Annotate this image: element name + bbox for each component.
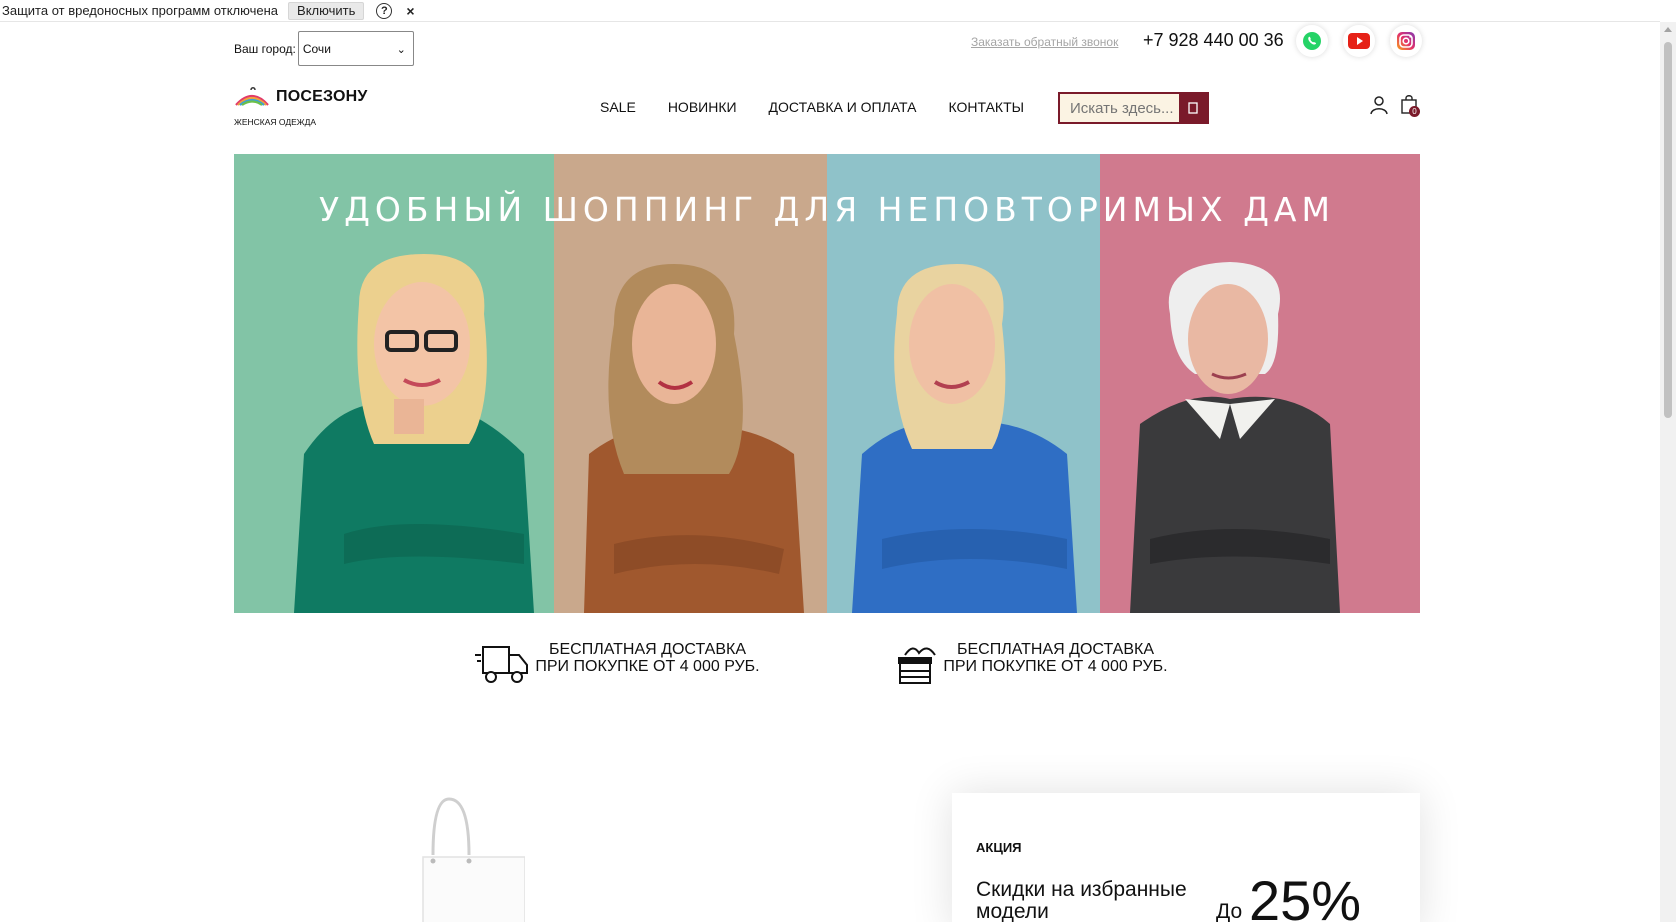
nav-sale[interactable]: SALE — [600, 99, 636, 115]
promo-card[interactable]: АКЦИЯ Скидки на избранные модели До 25% — [952, 793, 1420, 922]
nav-delivery[interactable]: ДОСТАВКА И ОПЛАТА — [769, 99, 917, 115]
promo-description: Скидки на избранные модели — [976, 878, 1187, 922]
promo-tag: АКЦИЯ — [976, 840, 1022, 855]
hero-banner[interactable]: УДОБНЫЙ ШОППИНГ ДЛЯ НЕПОВТОРИМЫХ ДАМ — [234, 154, 1420, 613]
search-input[interactable] — [1060, 94, 1179, 122]
user-icon[interactable] — [1369, 95, 1389, 120]
brand-tagline: ЖЕНСКАЯ ОДЕЖДА — [234, 117, 317, 127]
city-selector: Ваш город: Сочи ⌄ — [234, 31, 414, 66]
delivery-truck-icon — [475, 646, 528, 683]
page-scrollbar[interactable] — [1660, 22, 1676, 922]
banner-title: УДОБНЫЙ ШОППИНГ ДЛЯ НЕПОВТОРИМЫХ ДАМ — [319, 190, 1335, 229]
promo-upto: До — [1216, 900, 1243, 922]
phone-number[interactable]: +7 928 440 00 36 — [1143, 30, 1284, 51]
protection-bar: Защита от вредоносных программ отключена… — [0, 0, 1660, 22]
feature-text: БЕСПЛАТНАЯ ДОСТАВКА ПРИ ПОКУПКЕ ОТ 4 000… — [535, 641, 760, 675]
instagram-icon[interactable] — [1390, 25, 1422, 57]
search-box — [1058, 92, 1209, 124]
brand-name: ПОСЕЗОНУ — [276, 88, 368, 105]
site-logo[interactable]: ПОСЕЗОНУ ЖЕНСКАЯ ОДЕЖДА — [234, 85, 367, 127]
city-select[interactable]: Сочи — [297, 31, 414, 66]
enable-protection-button[interactable]: Включить — [288, 1, 365, 20]
scrollbar-thumb[interactable] — [1664, 42, 1672, 418]
help-icon[interactable]: ? — [376, 2, 393, 19]
promo-percent: 25% — [1249, 869, 1362, 922]
search-icon — [1188, 102, 1198, 114]
city-label: Ваш город: — [234, 41, 296, 56]
protection-message: Защита от вредоносных программ отключена — [2, 3, 279, 18]
hanger-logo-icon — [235, 87, 269, 106]
close-icon[interactable]: × — [406, 3, 414, 19]
shopping-bag-image — [422, 797, 525, 922]
scroll-up-arrow-icon[interactable] — [1664, 27, 1672, 32]
gift-box-icon — [898, 647, 936, 684]
feature-text: БЕСПЛАТНАЯ ДОСТАВКА ПРИ ПОКУПКЕ ОТ 4 000… — [943, 641, 1168, 675]
nav-contacts[interactable]: КОНТАКТЫ — [948, 99, 1024, 115]
whatsapp-icon[interactable] — [1296, 25, 1328, 57]
youtube-icon[interactable] — [1343, 25, 1375, 57]
nav-new[interactable]: НОВИНКИ — [668, 99, 737, 115]
search-button[interactable] — [1179, 94, 1207, 122]
cart-count-badge: 0 — [1409, 106, 1420, 117]
callback-link[interactable]: Заказать обратный звонок — [971, 35, 1118, 49]
feature-free-delivery-2: БЕСПЛАТНАЯ ДОСТАВКА ПРИ ПОКУПКЕ ОТ 4 000… — [895, 641, 1168, 687]
feature-free-delivery: БЕСПЛАТНАЯ ДОСТАВКА ПРИ ПОКУПКЕ ОТ 4 000… — [475, 641, 760, 687]
main-nav: SALE НОВИНКИ ДОСТАВКА И ОПЛАТА КОНТАКТЫ — [600, 99, 1056, 115]
